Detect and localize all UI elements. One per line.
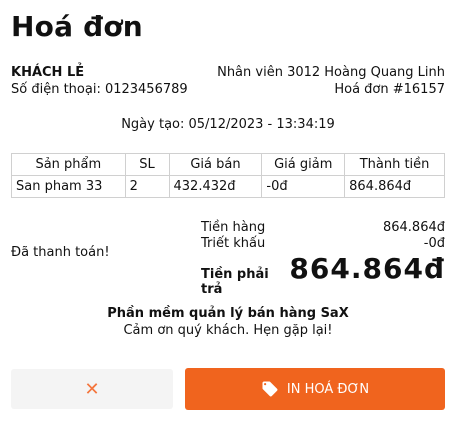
header-discount: Giá giảm [261,153,346,176]
header-quantity: SL [124,153,170,176]
customer-info: KHÁCH LẺ Số điện thoại: 0123456789 [11,64,188,98]
cell-product: San pham 33 [11,175,126,198]
cell-discount: -0đ [261,175,346,198]
software-name: Phần mềm quản lý bán hàng SaX [107,306,349,321]
discount-value: -0đ [423,236,445,251]
print-button-label: IN HOÁ ĐƠN [286,381,370,397]
table-header-row: Sản phẩm SL Giá bán Giá giảm Thành tiền [11,153,445,176]
subtotal-row: Tiền hàng 864.864đ [201,220,445,236]
customer-phone: Số điện thoại: 0123456789 [11,82,188,97]
tag-icon [261,380,279,398]
payment-status: Đã thanh toán! [11,245,110,260]
invoice-info: Nhân viên 3012 Hoàng Quang Linh Hoá đơn … [217,64,445,98]
subtotal-value: 864.864đ [382,220,445,235]
header-price: Giá bán [168,153,263,176]
table-row: San pham 33 2 432.432đ -0đ 864.864đ [11,175,445,198]
discount-label: Triết khấu [201,236,266,251]
cancel-button[interactable]: ✕ [11,369,173,409]
close-icon: ✕ [84,379,100,399]
discount-row: Triết khấu -0đ [201,236,445,252]
total-label: Tiền phải trả [201,267,269,297]
header-amount: Thành tiền [344,153,445,176]
staff-name: Nhân viên 3012 Hoàng Quang Linh [217,65,445,80]
invoice-number: Hoá đơn #16157 [334,82,445,97]
cell-amount: 864.864đ [344,175,445,198]
customer-name: KHÁCH LẺ [11,65,85,80]
cell-quantity: 2 [124,175,170,198]
header-product: Sản phẩm [11,153,126,176]
subtotal-label: Tiền hàng [201,220,266,235]
footer: Phần mềm quản lý bán hàng SaX Cảm ơn quý… [0,305,456,339]
created-date: Ngày tạo: 05/12/2023 - 13:34:19 [121,117,335,132]
page-title: Hoá đơn [11,10,143,43]
thanks-message: Cảm ơn quý khách. Hẹn gặp lại! [123,323,333,338]
total-row: Tiền phải trả 864.864đ [201,252,445,297]
cell-price: 432.432đ [168,175,263,198]
total-value: 864.864đ [289,252,445,285]
items-table: Sản phẩm SL Giá bán Giá giảm Thành tiền … [11,153,445,198]
print-invoice-button[interactable]: IN HOÁ ĐƠN [185,368,445,410]
